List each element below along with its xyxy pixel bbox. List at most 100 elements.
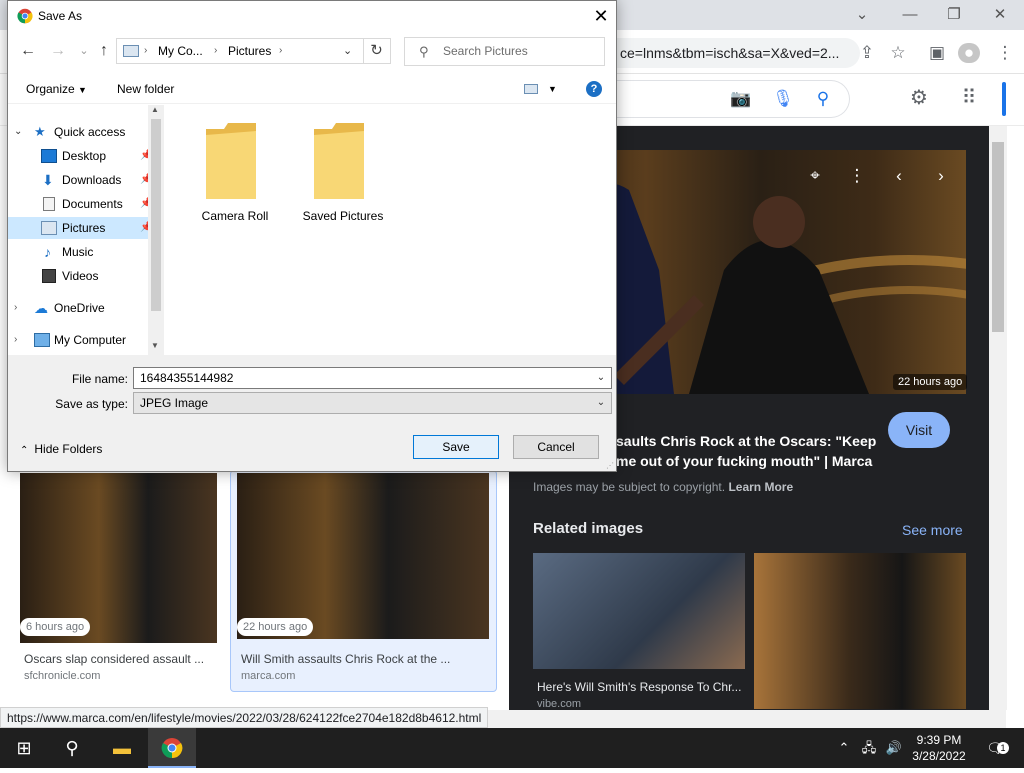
taskbar-search-icon[interactable]: ⚲ [48, 728, 96, 768]
dialog-titlebar[interactable]: Save As [8, 1, 616, 31]
restore-icon[interactable]: ❐ [942, 4, 966, 26]
computer-icon [34, 333, 50, 347]
view-options-icon[interactable] [524, 84, 538, 94]
nav-desktop[interactable]: Desktop 📌 [14, 145, 152, 167]
learn-more-link[interactable]: Learn More [728, 480, 793, 494]
next-image-icon[interactable]: › [928, 163, 954, 189]
music-icon: ♪ [44, 244, 51, 260]
refresh-icon[interactable]: ↻ [363, 38, 391, 64]
crumb-sep-icon: › [279, 45, 283, 56]
crumb-mycomputer[interactable]: My Co... [158, 39, 203, 63]
nav-documents[interactable]: Documents 📌 [14, 193, 152, 215]
collapse-chevron-icon[interactable]: ⌄ [14, 121, 22, 143]
breadcrumb[interactable]: › My Co... › Pictures › ⌄ [116, 38, 364, 64]
share-icon[interactable]: ⇪ [856, 43, 878, 63]
prev-image-icon[interactable]: ‹ [886, 163, 912, 189]
related-caption-1[interactable]: Here's Will Smith's Response To Chr... [537, 680, 747, 694]
scroll-up-icon[interactable]: ▲ [151, 105, 159, 114]
help-icon[interactable]: ? [586, 81, 602, 97]
nav-scrollbar-thumb[interactable] [151, 119, 161, 311]
vertical-scrollbar[interactable] [989, 126, 1007, 710]
lens-search-icon[interactable]: ⌖ [802, 163, 828, 189]
network-icon[interactable]: 🖧 [856, 728, 882, 768]
new-folder-button[interactable]: New folder [117, 74, 174, 104]
file-explorer-icon[interactable]: ▬ [98, 728, 146, 768]
camera-search-icon[interactable]: 📷 [730, 89, 752, 109]
save-button[interactable]: Save [413, 435, 499, 459]
nav-my-computer[interactable]: › My Computer [14, 329, 148, 351]
result-title-2[interactable]: Will Smith assaults Chris Rock at the ..… [241, 652, 481, 666]
tab-search-icon[interactable]: ⌄ [850, 4, 874, 26]
crumb-pictures[interactable]: Pictures [228, 39, 271, 63]
see-more-link[interactable]: See more [902, 522, 963, 538]
apps-grid-icon[interactable]: ⠿ [958, 88, 980, 108]
up-arrow-icon[interactable]: ↑ [92, 39, 116, 63]
notifications-icon[interactable]: 🗨 1 [980, 728, 1010, 768]
nav-label: Desktop [62, 149, 107, 163]
mic-icon[interactable]: 🎙 [772, 89, 794, 109]
volume-icon[interactable]: 🔊 [882, 728, 906, 768]
close-window-icon[interactable]: ✕ [988, 4, 1012, 26]
folder-saved-pictures[interactable] [312, 121, 366, 201]
nav-quick-access[interactable]: ⌄ ★ Quick access [14, 121, 148, 143]
more-options-icon[interactable]: ⋮ [844, 163, 870, 189]
expand-chevron-icon[interactable]: › [14, 297, 17, 319]
nav-label: Pictures [62, 221, 106, 235]
nav-videos[interactable]: Videos [14, 265, 148, 287]
result-title-1[interactable]: Oscars slap considered assault ... [24, 652, 224, 666]
save-type-select[interactable]: JPEG Image ⌄ [133, 392, 612, 414]
menu-kebab-icon[interactable]: ⋮ [994, 43, 1016, 63]
search-pictures-input[interactable]: ⚲ Search Pictures [404, 37, 605, 66]
nav-label: My Computer [54, 333, 127, 347]
clock-time: 9:39 PM [916, 733, 962, 747]
file-name-input[interactable]: 16484355144982 ⌄ [133, 367, 612, 389]
resize-grip-icon[interactable]: ⋰ [606, 461, 614, 470]
scrollbar-thumb[interactable] [992, 142, 1004, 332]
search-icon: ⚲ [419, 44, 429, 59]
hide-folders-label: Hide Folders [34, 442, 103, 456]
expand-chevron-icon[interactable]: › [14, 329, 17, 351]
minimize-icon[interactable]: — [898, 4, 922, 26]
visit-button[interactable]: Visit [888, 412, 950, 448]
related-image-2[interactable] [754, 553, 966, 709]
file-name-value: 16484355144982 [140, 371, 234, 385]
nav-scrollbar[interactable]: ▲ ▼ [148, 105, 164, 355]
scroll-down-icon[interactable]: ▼ [151, 341, 159, 350]
hide-folders-button[interactable]: ⌃ Hide Folders [20, 442, 102, 456]
notification-count: 1 [997, 742, 1009, 754]
preview-title[interactable]: saults Chris Rock at the Oscars: "Keep m… [616, 431, 886, 471]
save-type-dropdown-icon[interactable]: ⌄ [593, 393, 609, 413]
nav-music[interactable]: ♪ Music [14, 241, 148, 263]
related-source-1: vibe.com [537, 698, 582, 710]
nav-downloads[interactable]: ⬇ Downloads 📌 [14, 169, 152, 191]
file-name-dropdown-icon[interactable]: ⌄ [593, 368, 609, 388]
nav-label: Videos [62, 269, 99, 283]
document-icon [43, 197, 55, 211]
bookmark-star-icon[interactable]: ☆ [887, 43, 909, 63]
system-clock[interactable]: 9:39 PM 3/28/2022 [904, 732, 974, 764]
profile-avatar-icon[interactable]: ● [958, 43, 980, 63]
result-image-2[interactable] [237, 473, 489, 639]
nav-onedrive[interactable]: › ☁ OneDrive [14, 297, 148, 319]
folder-camera-roll[interactable] [204, 121, 258, 201]
folder-label[interactable]: Camera Roll [180, 209, 290, 223]
address-dropdown-icon[interactable]: ⌄ [343, 39, 352, 63]
nav-pictures[interactable]: Pictures 📌 [8, 217, 152, 239]
organize-dropdown-icon: ▼ [78, 85, 87, 95]
folder-label[interactable]: Saved Pictures [288, 209, 398, 223]
recent-locations-chevron-icon[interactable]: ⌄ [76, 39, 92, 63]
collapse-up-icon: ⌃ [20, 445, 29, 456]
related-image-1[interactable] [533, 553, 745, 669]
start-windows-icon[interactable]: ⊞ [0, 728, 48, 768]
search-icon[interactable]: ⚲ [812, 89, 834, 109]
dialog-close-icon[interactable]: ✕ [586, 1, 616, 31]
cancel-button[interactable]: Cancel [513, 435, 599, 459]
show-hidden-icons-icon[interactable]: ⌃ [832, 728, 856, 768]
chrome-taskbar-icon[interactable] [148, 728, 196, 768]
organize-button[interactable]: Organize ▼ [26, 74, 87, 105]
side-panel-icon[interactable]: ▣ [926, 43, 948, 63]
forward-arrow-icon[interactable]: → [46, 39, 70, 63]
view-dropdown-icon[interactable]: ▼ [548, 74, 557, 104]
back-arrow-icon[interactable]: ← [16, 39, 40, 63]
settings-gear-icon[interactable]: ⚙ [908, 88, 930, 108]
